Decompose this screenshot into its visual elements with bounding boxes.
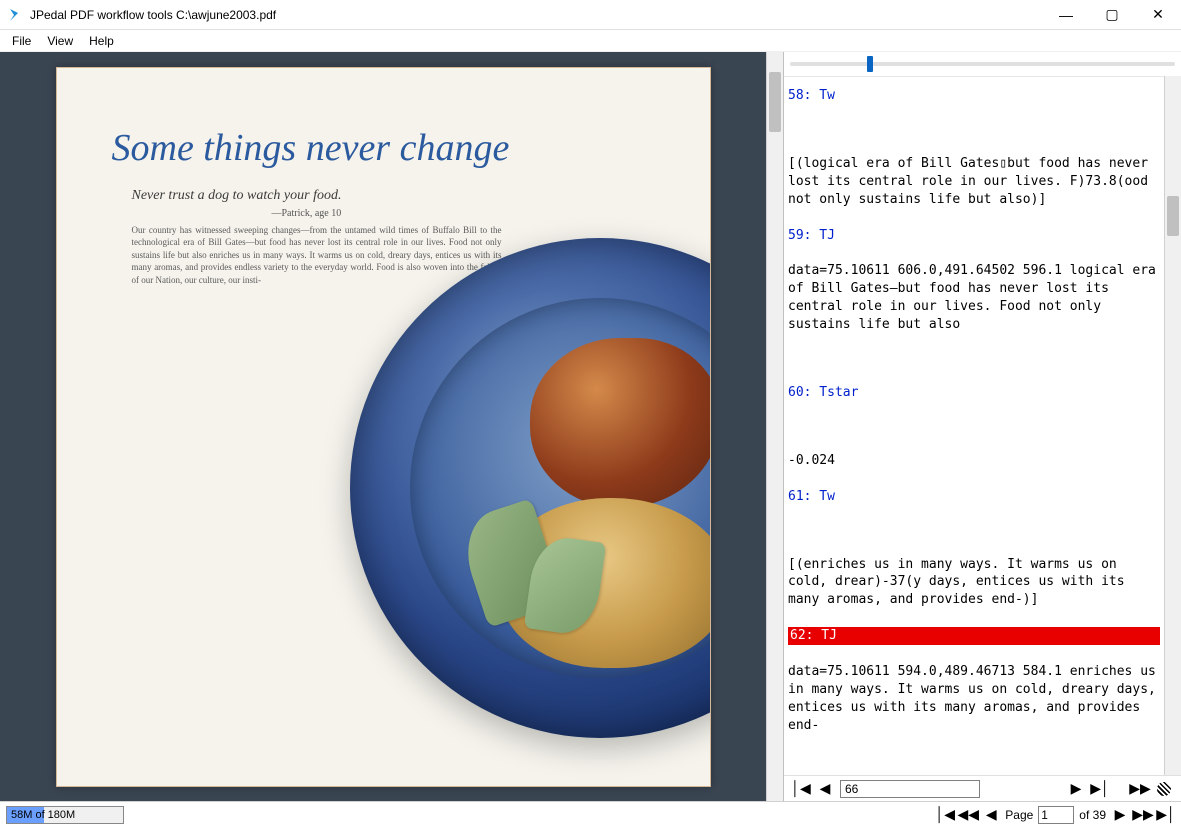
page-forward-button[interactable]: ▶▶: [1134, 806, 1152, 824]
page-author: —Patrick, age 10: [272, 208, 342, 219]
title-bar: JPedal PDF workflow tools C:\awjune2003.…: [0, 0, 1181, 30]
minimize-button[interactable]: —: [1043, 0, 1089, 30]
app-icon: [8, 7, 24, 23]
page-subtitle: Never trust a dog to watch your food.: [132, 188, 342, 204]
status-bar: 58M of 180M │◀ ◀◀ ◀ Page of 39 ▶ ▶▶ ▶│: [0, 801, 1181, 827]
stream-highlight: 62: TJ: [788, 627, 1160, 645]
stream-op: 59: TJ: [788, 227, 1160, 245]
menu-bar: File View Help: [0, 30, 1181, 52]
page-nav: │◀ ◀◀ ◀ Page of 39 ▶ ▶▶ ▶│: [936, 806, 1175, 824]
page-body-text: Our country has witnessed sweeping chang…: [132, 224, 502, 287]
page-next-button[interactable]: ▶: [1111, 806, 1129, 824]
pdf-page: Some things never change Never trust a d…: [56, 67, 711, 787]
hatch-icon: [1157, 782, 1171, 796]
stream-text: data=75.10611 606.0,491.64502 596.1 logi…: [788, 262, 1160, 334]
stream-slider[interactable]: [790, 62, 1175, 66]
food-illustration: [530, 338, 711, 508]
menu-help[interactable]: Help: [81, 32, 122, 50]
stream-text: -0.024: [788, 452, 1160, 470]
maximize-button[interactable]: ▢: [1089, 0, 1135, 30]
page-first-button[interactable]: │◀: [936, 806, 954, 824]
page-input[interactable]: [1038, 806, 1074, 824]
stream-pane: 58: Tw [(logical era of Bill Gates▯but f…: [783, 52, 1181, 801]
stream-vscrollbar[interactable]: [1164, 76, 1181, 775]
memory-text: 58M of 180M: [7, 809, 75, 821]
stream-op: 60: Tstar: [788, 384, 1160, 402]
page-label: Page: [1005, 808, 1033, 822]
stream-op: 58: Tw: [788, 87, 1160, 105]
plate-image: [350, 238, 711, 738]
stream-last-button[interactable]: ▶│: [1091, 780, 1109, 798]
page-container[interactable]: Some things never change Never trust a d…: [0, 52, 766, 801]
stream-play-button[interactable]: ▶▶: [1131, 780, 1149, 798]
stream-nav-bar: │◀ ◀ ▶ ▶│ ▶▶: [784, 775, 1181, 801]
slider-handle[interactable]: [867, 56, 873, 72]
stream-stop-button[interactable]: [1155, 780, 1173, 798]
stream-index-input[interactable]: [840, 780, 980, 798]
close-button[interactable]: ✕: [1135, 0, 1181, 30]
memory-indicator: 58M of 180M: [6, 806, 124, 824]
document-vscrollbar[interactable]: [766, 52, 783, 801]
page-last-button[interactable]: ▶│: [1157, 806, 1175, 824]
stream-next-button[interactable]: ▶: [1067, 780, 1085, 798]
document-pane: Some things never change Never trust a d…: [0, 52, 783, 801]
stream-text: [(enriches us in many ways. It warms us …: [788, 556, 1160, 610]
stream-first-button[interactable]: │◀: [792, 780, 810, 798]
main-area: Some things never change Never trust a d…: [0, 52, 1181, 801]
stream-text: [(logical era of Bill Gates▯but food has…: [788, 155, 1160, 209]
stream-op: 61: Tw: [788, 488, 1160, 506]
page-total: of 39: [1079, 808, 1106, 822]
window-title: JPedal PDF workflow tools C:\awjune2003.…: [30, 8, 1043, 22]
page-heading: Some things never change: [112, 126, 510, 170]
page-rewind-button[interactable]: ◀◀: [959, 806, 977, 824]
stream-code-view[interactable]: 58: Tw [(logical era of Bill Gates▯but f…: [784, 76, 1164, 775]
menu-view[interactable]: View: [39, 32, 81, 50]
page-prev-button[interactable]: ◀: [982, 806, 1000, 824]
menu-file[interactable]: File: [4, 32, 39, 50]
stream-slider-row: [784, 52, 1181, 76]
stream-prev-button[interactable]: ◀: [816, 780, 834, 798]
stream-text: data=75.10611 594.0,489.46713 584.1 enri…: [788, 663, 1160, 735]
